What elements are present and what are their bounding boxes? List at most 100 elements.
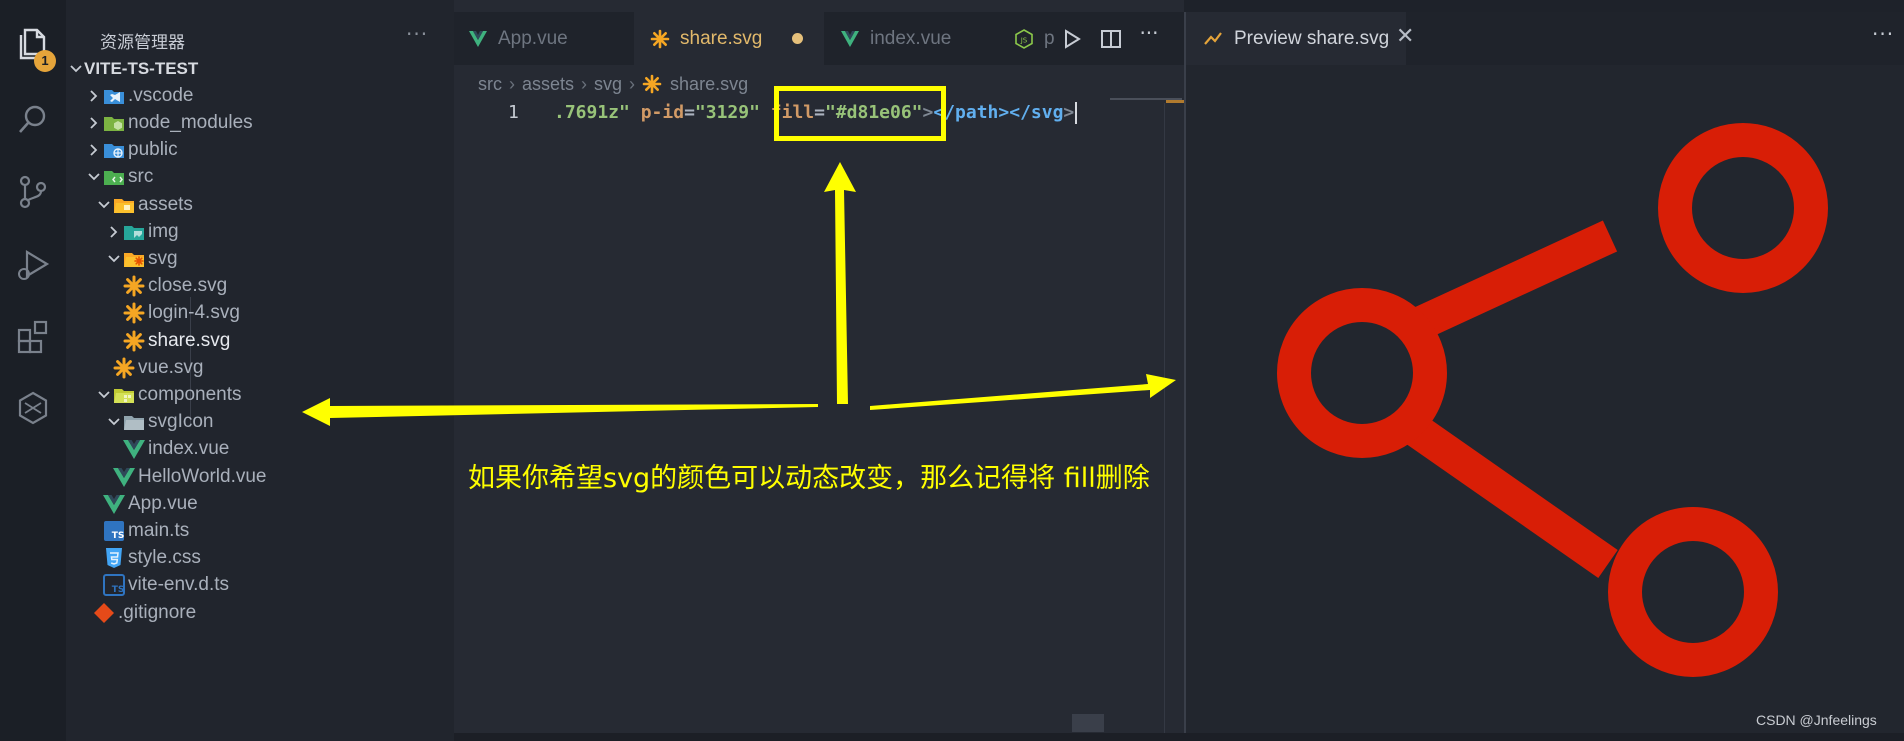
- code-token: p-id: [640, 102, 685, 123]
- svg-text:TS: TS: [112, 585, 125, 595]
- tree-item-label: close.svg: [148, 275, 228, 297]
- tree-item-label: style.css: [128, 547, 201, 569]
- chevron-right-icon: ›: [581, 73, 588, 94]
- minimap-marker: [1166, 100, 1184, 103]
- breadcrumb-item[interactable]: svg: [594, 74, 622, 95]
- chevron-down-icon[interactable]: [86, 169, 102, 185]
- chevron-right-icon[interactable]: [106, 224, 122, 240]
- tree-item-label: public: [128, 139, 178, 161]
- tree-item-label: VITE-TS-TEST: [84, 58, 199, 78]
- tab-label: App.vue: [498, 27, 568, 49]
- files-icon[interactable]: [0, 14, 66, 70]
- code-token: "3129": [694, 102, 760, 123]
- tab-label: share.svg: [680, 27, 763, 49]
- tab-js-file[interactable]: JS p: [1002, 12, 1064, 65]
- chevron-down-icon[interactable]: [106, 251, 122, 267]
- code-token: .7691z": [554, 102, 630, 123]
- file-svg-icon: [112, 356, 136, 380]
- file-vue-icon: [102, 492, 126, 516]
- folder-svg-icon: [122, 247, 146, 271]
- tree-item-label: src: [128, 166, 154, 188]
- editor-ruler: [1164, 103, 1165, 733]
- chevron-right-icon[interactable]: [86, 142, 102, 158]
- code-token: =: [684, 102, 695, 123]
- file-dts-icon: TS: [102, 573, 126, 597]
- extensions-icon[interactable]: [0, 308, 66, 364]
- more-actions-icon[interactable]: ···: [406, 22, 428, 46]
- tree-item-label: vue.svg: [138, 356, 204, 378]
- file-svg-icon: [122, 301, 146, 325]
- code-token: </svg: [1009, 102, 1064, 123]
- status-strip: [454, 733, 1904, 741]
- tree-item-label: vite-env.d.ts: [128, 574, 230, 596]
- explorer-badge: 1: [34, 50, 56, 72]
- chevron-down-icon[interactable]: [68, 61, 84, 77]
- tree-item-label: main.ts: [128, 519, 190, 541]
- folder-vscode-icon: [102, 84, 126, 108]
- fill-attribute-highlight: [774, 86, 946, 141]
- tree-item-gitignore[interactable]: .gitignore: [66, 596, 454, 629]
- tree-item-label: .vscode: [128, 84, 194, 106]
- file-vue-icon: [112, 465, 136, 489]
- tab-label: p: [1044, 27, 1055, 49]
- tree-item-label: img: [148, 220, 179, 242]
- unsaved-dot-icon: [792, 33, 803, 44]
- chevron-down-icon[interactable]: [106, 414, 122, 430]
- folder-src-icon: [102, 165, 126, 189]
- svg-file-icon: [650, 29, 670, 48]
- tree-item-label: components: [138, 383, 242, 405]
- svg-text:TS: TS: [112, 531, 125, 541]
- tree-item-label: App.vue: [128, 492, 198, 514]
- tree-item-label: svg: [148, 247, 178, 269]
- code-token: >: [1063, 102, 1075, 123]
- tree-item-label: login-4.svg: [148, 302, 240, 324]
- tab-index-vue[interactable]: index.vue: [824, 12, 1002, 65]
- chevron-down-icon[interactable]: [96, 387, 112, 403]
- share-icon: [1277, 123, 1828, 677]
- chevron-down-icon[interactable]: [96, 197, 112, 213]
- search-icon[interactable]: [0, 92, 66, 148]
- breadcrumb-item[interactable]: assets: [522, 74, 574, 95]
- run-debug-icon[interactable]: [0, 236, 66, 292]
- preview-icon: [1204, 31, 1222, 45]
- remote-explorer-icon[interactable]: [0, 380, 66, 436]
- explorer-sidebar: 资源管理器 ··· VITE-TS-TEST .vscode node_module…: [66, 0, 454, 741]
- tree-item-label: node_modules: [128, 111, 253, 133]
- file-css-icon: [102, 546, 126, 570]
- horizontal-scrollbar[interactable]: [1072, 714, 1104, 732]
- file-svg-icon: [122, 274, 146, 298]
- text-cursor: [1075, 102, 1078, 124]
- folder-components-icon: [112, 383, 136, 407]
- tab-app-vue[interactable]: App.vue: [454, 12, 634, 65]
- close-icon[interactable]: ✕: [1396, 24, 1414, 49]
- chevron-right-icon[interactable]: [86, 88, 102, 104]
- tree-item-label: assets: [138, 193, 193, 215]
- run-icon[interactable]: [1061, 28, 1083, 50]
- split-editor-icon[interactable]: [1100, 28, 1122, 50]
- folder-img-icon: [122, 220, 146, 244]
- file-git-icon: [92, 601, 116, 625]
- tab-share-svg[interactable]: share.svg: [634, 12, 824, 65]
- tree-item-label: index.vue: [148, 438, 230, 460]
- watermark: CSDN @Jnfeelings: [1756, 712, 1877, 728]
- tree-item-label: HelloWorld.vue: [138, 465, 267, 487]
- file-vue-icon: [122, 437, 146, 461]
- tab-label: index.vue: [870, 27, 952, 49]
- breadcrumb-item[interactable]: share.svg: [670, 74, 748, 95]
- activity-bar: 1: [0, 0, 66, 741]
- chevron-right-icon: ›: [629, 73, 636, 94]
- chevron-right-icon[interactable]: [86, 115, 102, 131]
- tree-item-label: .gitignore: [118, 601, 197, 623]
- svg-text:JS: JS: [1020, 36, 1028, 44]
- folder-assets-icon: [112, 193, 136, 217]
- tab-preview-share-svg[interactable]: Preview share.svg: [1186, 12, 1406, 65]
- source-control-icon[interactable]: [0, 164, 66, 220]
- sidebar-title: 资源管理器: [100, 33, 185, 53]
- vue-icon: [469, 30, 487, 47]
- tree-item-label: share.svg: [148, 329, 231, 351]
- annotation-text: 如果你希望svg的颜色可以动态改变，那么记得将 fill删除: [468, 463, 1150, 494]
- js-icon: JS: [1015, 28, 1033, 49]
- more-actions-icon[interactable]: ···: [1138, 21, 1160, 45]
- breadcrumb-item[interactable]: src: [478, 74, 502, 95]
- more-actions-icon[interactable]: ···: [1872, 22, 1894, 46]
